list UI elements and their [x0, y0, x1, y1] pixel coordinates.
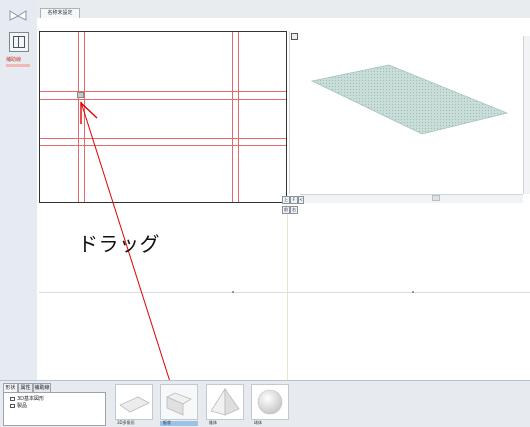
shape-thumbnail-polygon[interactable]: [115, 384, 153, 420]
sphere-icon: [257, 389, 283, 415]
thumbnail-label: 錐体: [209, 420, 217, 425]
pyramid-icon: [210, 387, 240, 416]
tab-attribute[interactable]: 属性: [18, 383, 33, 392]
polygon-plate-icon: [119, 396, 150, 413]
tree-item[interactable]: 製品: [10, 402, 27, 409]
tab-guideline[interactable]: 補助線: [33, 383, 51, 392]
thumbnail-label: 球体: [254, 420, 262, 425]
tree-item-label: 製品: [17, 403, 28, 409]
shape-thumbnail-plate[interactable]: [160, 384, 198, 420]
shape-thumbnail-pyramid[interactable]: [206, 384, 244, 420]
shape-tree: 3D基本図形 製品: [3, 392, 106, 426]
plate-icon: [166, 392, 192, 416]
thumbnail-label: 3D多角形: [117, 420, 135, 425]
annotation-label: ドラッグ: [78, 232, 160, 256]
drag-arrow-head: [80, 101, 98, 124]
thumbnail-label: 板状: [163, 420, 171, 425]
tab-shape[interactable]: 形状: [3, 383, 18, 392]
folder-icon: [10, 403, 15, 408]
shape-thumbnail-sphere[interactable]: [251, 384, 289, 420]
folder-icon: [10, 396, 15, 401]
annotation-overlay: [80, 101, 196, 417]
tree-item[interactable]: 3D基本図形: [10, 395, 44, 402]
